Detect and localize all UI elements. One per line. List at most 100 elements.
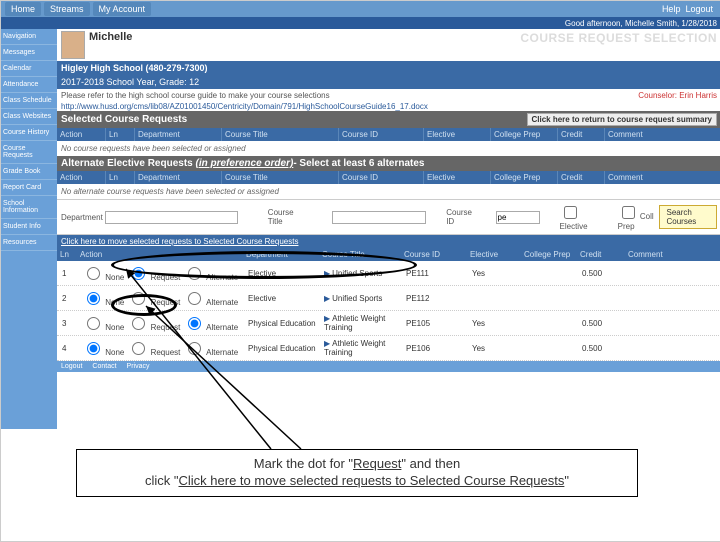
row-title: ▶Unified Sports <box>321 269 403 278</box>
callout-2b: Click here to move selected requests to … <box>179 473 565 488</box>
result-row: 4 None Request AlternatePhysical Educati… <box>57 336 720 361</box>
sidebar-item-5[interactable]: Class Websites <box>1 109 57 125</box>
nav-streams[interactable]: Streams <box>44 2 90 16</box>
move-selected-link[interactable]: Click here to move selected requests to … <box>61 237 298 246</box>
search-title-label: Course Title <box>268 208 300 226</box>
row-cid: PE106 <box>403 344 469 353</box>
col-comm: Comment <box>605 128 720 141</box>
search-row: Department Course Title Course ID Electi… <box>57 199 720 235</box>
instruction-callout: Mark the dot for "Request" and then clic… <box>76 449 638 497</box>
nav-home[interactable]: Home <box>5 2 41 16</box>
sidebar-item-4[interactable]: Class Schedule <box>1 93 57 109</box>
search-dept-input[interactable] <box>105 211 238 224</box>
nav-logout[interactable]: Logout <box>685 4 713 14</box>
alternate-header: Alternate Elective Requests (in preferen… <box>57 156 720 171</box>
col-title: Course Title <box>222 128 339 141</box>
row-dept: Elective <box>245 269 321 278</box>
radio-request[interactable]: Request <box>127 273 180 282</box>
footer-contact[interactable]: Contact <box>92 363 116 370</box>
radio-none[interactable]: None <box>82 323 124 332</box>
selected-empty: No course requests have been selected or… <box>57 141 720 156</box>
row-cid: PE105 <box>403 319 469 328</box>
avatar <box>61 31 85 59</box>
radio-none[interactable]: None <box>82 298 124 307</box>
footer: Logout Contact Privacy <box>57 361 720 372</box>
sidebar-item-9[interactable]: Report Card <box>1 180 57 196</box>
col-dept: Department <box>135 128 222 141</box>
search-cprep-check[interactable]: Coll Prep <box>618 203 660 231</box>
callout-1c: " and then <box>401 456 460 471</box>
sidebar-item-10[interactable]: School Information <box>1 196 57 219</box>
row-elec: Yes <box>469 344 523 353</box>
search-title-input[interactable] <box>332 211 426 224</box>
search-courses-button[interactable]: Search Courses <box>659 205 717 229</box>
row-title: ▶Unified Sports <box>321 294 403 303</box>
sidebar-item-3[interactable]: Attendance <box>1 77 57 93</box>
acol-cprep: College Prep <box>491 171 558 184</box>
row-title: ▶Athletic Weight Training <box>321 339 403 357</box>
row-dept: Physical Education <box>245 319 321 328</box>
rcol-dept: Department <box>243 248 319 261</box>
nav-account[interactable]: My Account <box>93 2 152 16</box>
footer-logout[interactable]: Logout <box>61 363 82 370</box>
radio-request[interactable]: Request <box>127 323 180 332</box>
search-elective-check[interactable]: Elective <box>560 203 598 231</box>
sidebar-item-6[interactable]: Course History <box>1 125 57 141</box>
row-dept: Elective <box>245 294 321 303</box>
col-ln: Ln <box>106 128 135 141</box>
radio-request[interactable]: Request <box>127 348 180 357</box>
row-cred: 0.500 <box>579 269 627 278</box>
radio-alternate[interactable]: Alternate <box>183 348 238 357</box>
radio-request[interactable]: Request <box>127 298 180 307</box>
row-action: None Request Alternate <box>79 339 245 357</box>
selected-cols: Action Ln Department Course Title Course… <box>57 128 720 141</box>
acol-elec: Elective <box>424 171 491 184</box>
acol-dept: Department <box>135 171 222 184</box>
selected-header: Selected Course Requests Click here to r… <box>57 111 720 128</box>
col-cprep: College Prep <box>491 128 558 141</box>
row-dept: Physical Education <box>245 344 321 353</box>
row-action: None Request Alternate <box>79 314 245 332</box>
sidebar-item-8[interactable]: Grade Book <box>1 164 57 180</box>
user-block: Michelle COURSE REQUEST SELECTION <box>57 29 720 61</box>
triangle-icon: ▶ <box>324 314 330 323</box>
rcol-cred: Credit <box>577 248 625 261</box>
search-cid-input[interactable] <box>496 211 540 224</box>
nav-help[interactable]: Help <box>662 4 681 14</box>
sidebar-item-2[interactable]: Calendar <box>1 61 57 77</box>
top-nav: Home Streams My Account Help Logout <box>1 1 720 17</box>
radio-alternate[interactable]: Alternate <box>183 323 238 332</box>
greeting-bar: Good afternoon, Michelle Smith, 1/28/201… <box>1 17 720 29</box>
radio-none[interactable]: None <box>82 273 124 282</box>
sidebar-item-11[interactable]: Student Info <box>1 219 57 235</box>
row-cid: PE111 <box>403 269 469 278</box>
footer-privacy[interactable]: Privacy <box>127 363 150 370</box>
results-body: 1 None Request AlternateElective▶Unified… <box>57 261 720 361</box>
radio-none[interactable]: None <box>82 348 124 357</box>
sidebar-item-12[interactable]: Resources <box>1 235 57 251</box>
move-bar: Click here to move selected requests to … <box>57 235 720 248</box>
rcol-comm: Comment <box>625 248 720 261</box>
row-ln: 3 <box>59 319 79 328</box>
row-elec: Yes <box>469 319 523 328</box>
alt-title-c: - Select at least 6 alternates <box>293 158 424 169</box>
sidebar-item-7[interactable]: Course Requests <box>1 141 57 164</box>
row-elec: Yes <box>469 269 523 278</box>
row-action: None Request Alternate <box>79 289 245 307</box>
radio-alternate[interactable]: Alternate <box>183 273 238 282</box>
col-cid: Course ID <box>339 128 424 141</box>
guide-url[interactable]: http://www.husd.org/cms/lib08/AZ01001450… <box>57 102 720 111</box>
sidebar-item-1[interactable]: Messages <box>1 45 57 61</box>
callout-2a: click " <box>145 473 179 488</box>
hint-row: Please refer to the high school course g… <box>57 89 720 102</box>
user-name: Michelle <box>89 31 132 43</box>
radio-alternate[interactable]: Alternate <box>183 298 238 307</box>
return-summary-button[interactable]: Click here to return to course request s… <box>527 113 718 126</box>
counselor-name: Erin Harris <box>679 91 717 100</box>
search-cid-label: Course ID <box>446 208 473 226</box>
triangle-icon: ▶ <box>324 269 330 278</box>
alternate-cols: Action Ln Department Course Title Course… <box>57 171 720 184</box>
results-cols: Ln Action Department Course Title Course… <box>57 248 720 261</box>
sidebar-item-0[interactable]: Navigation <box>1 29 57 45</box>
rcol-title: Course Title <box>319 248 401 261</box>
